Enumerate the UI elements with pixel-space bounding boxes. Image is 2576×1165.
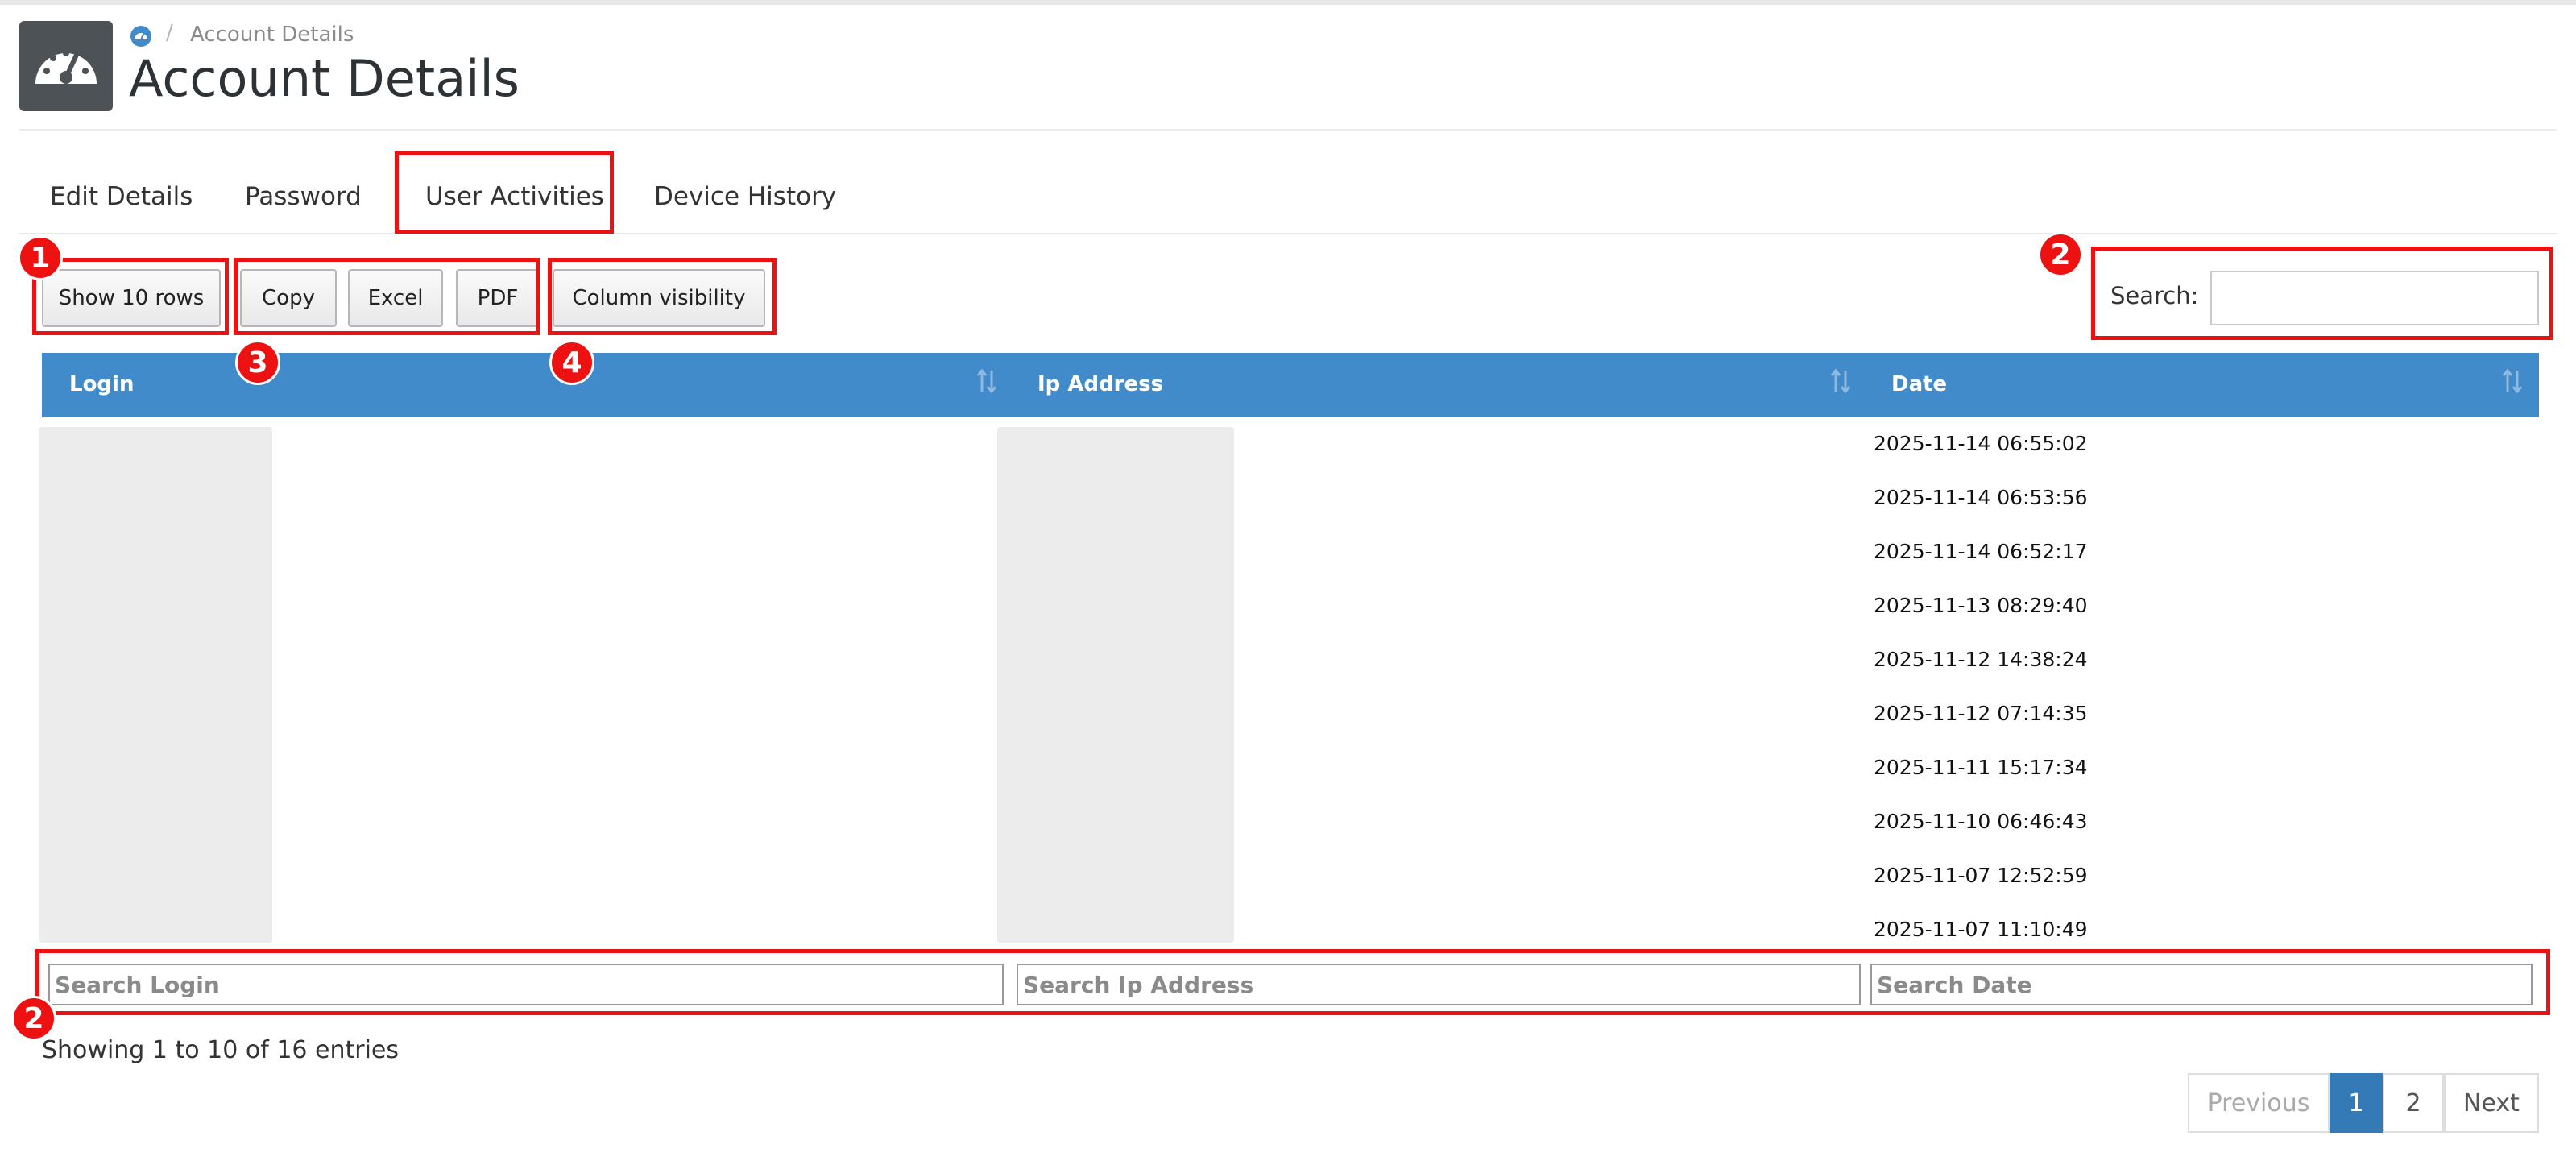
header-divider (19, 129, 2557, 131)
tab-device-history[interactable]: Device History (654, 182, 836, 211)
annotation-box (35, 949, 2550, 1015)
annotation-box (2091, 247, 2553, 340)
pagination-page-1[interactable]: 1 (2330, 1073, 2383, 1133)
table-row-date: 2025-11-12 07:14:35 (1874, 702, 2088, 725)
redacted-ip-column (997, 427, 1234, 943)
table-row-date: 2025-11-14 06:53:56 (1874, 486, 2088, 509)
table-row-date: 2025-11-13 08:29:40 (1874, 594, 2088, 617)
breadcrumb-dashboard-icon[interactable] (129, 24, 153, 48)
sort-icon[interactable] (976, 367, 997, 395)
top-divider (0, 0, 2576, 5)
breadcrumb-current[interactable]: Account Details (190, 23, 354, 47)
annotation-badge: 3 (235, 340, 280, 385)
annotation-box (234, 258, 540, 335)
tab-password[interactable]: Password (245, 182, 362, 211)
tab-edit-details[interactable]: Edit Details (50, 182, 193, 211)
table-row-date: 2025-11-11 15:17:34 (1874, 756, 2088, 779)
pagination-page-2[interactable]: 2 (2383, 1073, 2444, 1133)
annotation-badge: 2 (11, 996, 56, 1041)
column-header-ip-address[interactable]: Ip Address (1037, 372, 1163, 396)
sort-icon[interactable] (2502, 367, 2523, 395)
pagination-previous[interactable]: Previous (2188, 1073, 2330, 1133)
table-row-date: 2025-11-07 12:52:59 (1874, 864, 2088, 887)
table-info: Showing 1 to 10 of 16 entries (42, 1036, 400, 1064)
table-row-date: 2025-11-07 11:10:49 (1874, 918, 2088, 941)
table-row-date: 2025-11-10 06:46:43 (1874, 810, 2088, 833)
column-header-date[interactable]: Date (1891, 372, 1947, 396)
table-header (42, 353, 2539, 417)
pagination-next[interactable]: Next (2444, 1073, 2539, 1133)
breadcrumb-separator: / (166, 21, 173, 45)
page-title: Account Details (129, 49, 520, 108)
annotation-badge: 1 (18, 235, 63, 280)
annotation-box (395, 151, 614, 234)
table-row-date: 2025-11-12 14:38:24 (1874, 648, 2088, 671)
table-row-date: 2025-11-14 06:52:17 (1874, 540, 2088, 563)
annotation-badge: 2 (2038, 232, 2083, 277)
redacted-login-column (39, 427, 272, 943)
annotation-box (548, 258, 777, 335)
dashboard-gauge-icon (19, 21, 113, 111)
column-header-login[interactable]: Login (69, 372, 134, 396)
annotation-badge: 4 (549, 340, 594, 385)
table-row-date: 2025-11-14 06:55:02 (1874, 432, 2088, 455)
sort-icon[interactable] (1830, 367, 1851, 395)
annotation-box (32, 258, 229, 335)
